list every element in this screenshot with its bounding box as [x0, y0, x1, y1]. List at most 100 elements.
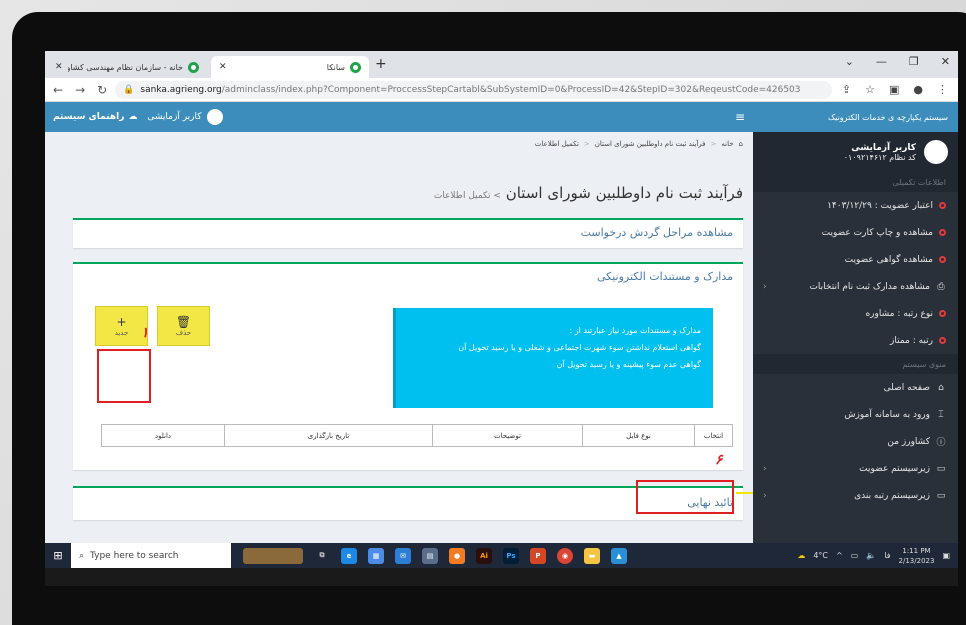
circle-icon	[939, 337, 946, 344]
print-icon: ⎙	[937, 281, 945, 292]
column-header[interactable]: نوع فایل	[582, 424, 695, 447]
mail-icon[interactable]: ✉	[395, 547, 411, 564]
table-header-row: انتخاب نوع فایل توضیحات تاریخ بارگذاری د…	[101, 424, 733, 447]
page-title: فرآیند ثبت نام داوطلبین شورای استان > تک…	[433, 184, 743, 202]
browser-tab-active[interactable]: سانکا ✕	[211, 56, 369, 78]
column-header[interactable]: دانلود	[101, 424, 225, 447]
photoshop-icon[interactable]: Ps	[503, 547, 519, 564]
taskbar-clock[interactable]: 1:11 PM 2/13/2023	[899, 546, 935, 566]
tab-search-icon[interactable]: ⌄	[845, 55, 854, 68]
sidepanel-icon[interactable]: ▣	[889, 83, 899, 96]
site-favicon-icon	[188, 61, 199, 73]
sidebar-header: سیستم یکپارچه ی خدمات الکترونیک	[753, 102, 958, 132]
file-explorer-icon[interactable]: ▬	[584, 547, 600, 564]
sidebar-item-membership-validity[interactable]: اعتبار عضویت : ۱۴۰۳/۱۲/۲۹	[753, 192, 958, 219]
close-tab-icon[interactable]: ✕	[55, 62, 63, 72]
annotation-number-1: ۱	[141, 325, 149, 341]
site-favicon-icon	[350, 61, 361, 73]
search-icon: ⌕	[79, 550, 85, 561]
annotation-box-new-button	[97, 349, 151, 403]
sidebar: سیستم یکپارچه ی خدمات الکترونیک کاربر آز…	[753, 102, 958, 543]
back-icon[interactable]: ←	[53, 83, 63, 97]
profile-icon[interactable]: ●	[913, 83, 923, 96]
new-tab-icon[interactable]: +	[375, 56, 387, 72]
column-header[interactable]: تاریخ بارگذاری	[224, 424, 433, 447]
plus-icon: +	[116, 315, 127, 329]
share-icon[interactable]: ⇪	[842, 83, 851, 96]
notification-icon[interactable]: ▣	[942, 551, 950, 560]
breadcrumb: ⌂ خانه < فرآیند ثبت نام داوطلبین شورای ا…	[45, 132, 753, 156]
sidebar-item-ranking-subsystem[interactable]: ▭ زیرسیستم رتبه بندی ‹	[753, 482, 958, 509]
required-docs-info: مدارک و مستندات مورد نیاز عبارتند از : گ…	[393, 308, 713, 408]
institution-icon: ⌶	[938, 409, 944, 420]
calculator-icon[interactable]: ▤	[422, 547, 438, 564]
weather-temp[interactable]: 4°C	[813, 551, 828, 560]
user-menu[interactable]: کاربر آزمایشی	[147, 109, 223, 125]
task-view-icon[interactable]: ⧉	[314, 548, 330, 564]
box-electronic-documents: مدارک و مستندات الکترونیکی + جدید 🗑 حذف مد…	[73, 262, 743, 470]
sidebar-section-menu: منوی سیستم	[753, 354, 958, 374]
taskbar-decoration-image	[243, 547, 303, 564]
edge-icon[interactable]: e	[341, 547, 357, 564]
sidebar-item-membership-subsystem[interactable]: ▭ زیرسیستم عضویت ‹	[753, 455, 958, 482]
window-icon: ▭	[936, 490, 946, 501]
lock-icon: 🔒	[123, 84, 135, 95]
close-window-icon[interactable]: ✕	[941, 55, 950, 68]
home-icon: ⌂	[738, 140, 743, 148]
minimize-icon[interactable]: —	[876, 55, 887, 68]
tray-expand-icon[interactable]: ^	[836, 551, 843, 560]
windows-start-icon[interactable]: ⊞	[45, 549, 71, 562]
breadcrumb-separator: <	[583, 140, 590, 148]
forward-icon[interactable]: →	[75, 83, 85, 97]
column-header[interactable]: توضیحات	[432, 424, 583, 447]
reload-icon[interactable]: ↻	[97, 83, 107, 97]
browser-tab-inactive[interactable]: خانه - سازمان نظام مهندسی کشاو... ✕	[47, 56, 207, 78]
screen-bottom-strip	[45, 568, 958, 586]
breadcrumb-step1[interactable]: فرآیند ثبت نام داوطلبین شورای استان	[595, 140, 706, 148]
sidebar-item-training[interactable]: ⌶ ورود به سامانه آموزش	[753, 401, 958, 428]
maximize-icon[interactable]: ❐	[909, 55, 919, 68]
sidebar-item-my-farmer[interactable]: ⓘ کشاورز من	[753, 428, 958, 455]
url-path: /adminclass/index.php?Component=Proccess…	[221, 84, 801, 95]
info-icon: ⓘ	[936, 438, 946, 448]
user-avatar-icon	[206, 109, 223, 125]
bookmark-star-icon[interactable]: ☆	[865, 83, 875, 96]
sidebar-item-election-docs[interactable]: ⎙ مشاهده مدارک ثبت نام انتخابات ‹	[753, 273, 958, 300]
menu-dots-icon[interactable]: ⋮	[937, 83, 948, 96]
box-title: مدارک و مستندات الکترونیکی	[596, 270, 733, 283]
store-icon[interactable]: ▦	[368, 547, 384, 564]
sidebar-item-rank-type[interactable]: نوع رتبه : مشاوره	[753, 300, 958, 327]
taskbar-search[interactable]: ⌕ Type here to search	[71, 543, 231, 568]
chevron-left-icon: ‹	[763, 490, 767, 501]
network-icon[interactable]: ▭	[851, 551, 859, 560]
sidebar-section-info: اطلاعات تکمیلی	[753, 172, 958, 192]
box-request-steps[interactable]: مشاهده مراحل گردش درخواست	[73, 218, 743, 248]
hamburger-icon[interactable]: ≡	[735, 110, 745, 124]
url-field[interactable]: 🔒 sanka.agrieng.org/adminclass/index.php…	[115, 80, 832, 99]
close-tab-icon[interactable]: ✕	[219, 62, 227, 72]
photos-icon[interactable]: ▲	[611, 547, 627, 564]
sidebar-item-membership-card[interactable]: مشاهده و چاپ کارت عضویت	[753, 219, 958, 246]
circle-icon	[939, 229, 946, 236]
annotation-pointer-line	[736, 492, 753, 494]
annotation-number-6: ۶	[715, 452, 723, 468]
firefox-icon[interactable]: ●	[449, 547, 465, 564]
language-indicator[interactable]: فا	[884, 551, 890, 560]
sidebar-item-home[interactable]: ⌂ صفحه اصلی	[753, 374, 958, 401]
breadcrumb-home[interactable]: خانه	[721, 140, 733, 148]
chevron-left-icon: ‹	[763, 463, 767, 474]
sidebar-item-membership-certificate[interactable]: مشاهده گواهی عضویت	[753, 246, 958, 273]
guide-link[interactable]: ☁ راهنمای سیستم	[53, 112, 137, 122]
main-content: ≡ کاربر آزمایشی ☁ راهنمای سیستم ⌂ خانه < …	[45, 102, 753, 543]
breadcrumb-separator: <	[710, 140, 717, 148]
illustrator-icon[interactable]: Ai	[476, 547, 492, 564]
powerpoint-icon[interactable]: P	[530, 547, 546, 564]
delete-button[interactable]: 🗑 حذف	[157, 306, 210, 346]
volume-icon[interactable]: 🔈	[866, 551, 876, 560]
sidebar-item-rank[interactable]: رتبه : ممتاز	[753, 327, 958, 354]
window-controls: ⌄ — ❐ ✕	[845, 55, 950, 68]
system-tray: ☁ 4°C ^ ▭ 🔈 فا 1:11 PM 2/13/2023 ▣	[797, 546, 958, 566]
web-app: سیستم یکپارچه ی خدمات الکترونیک کاربر آز…	[45, 102, 958, 543]
column-header[interactable]: انتخاب	[694, 424, 733, 447]
chrome-icon[interactable]: ◉	[557, 547, 573, 564]
